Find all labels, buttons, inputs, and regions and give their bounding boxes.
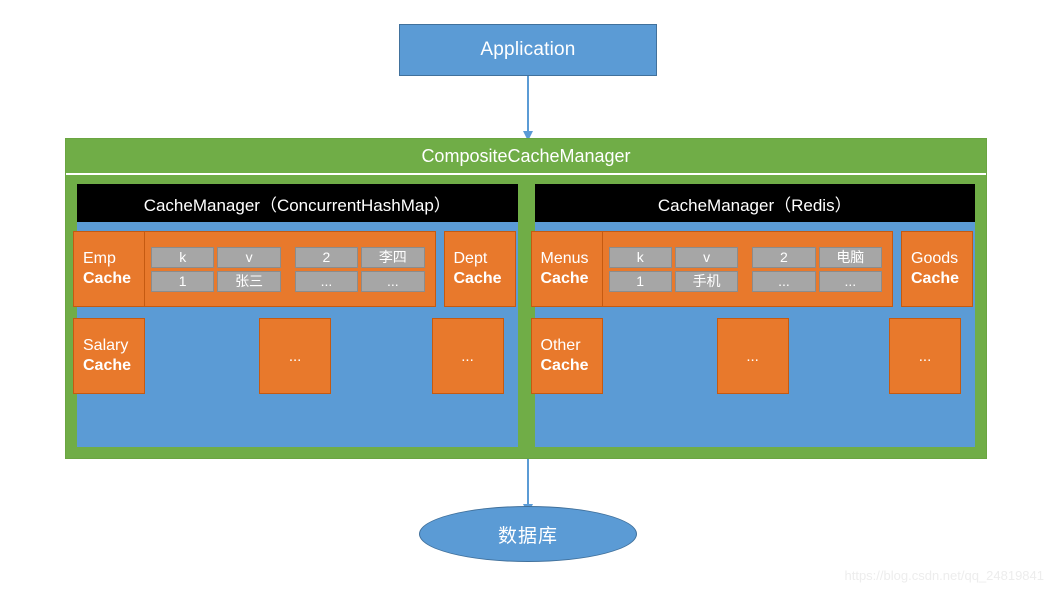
cache-box-label-line1: Other bbox=[540, 337, 581, 355]
cache-managers-row: CacheManager（ConcurrentHashMap） Emp Cach… bbox=[66, 175, 986, 458]
table-cell: ... bbox=[361, 270, 425, 292]
database-label: 数据库 bbox=[497, 525, 558, 547]
table-row: ... ... bbox=[294, 270, 425, 292]
composite-cache-manager-container: CompositeCacheManager CacheManager（Concu… bbox=[65, 138, 987, 459]
table-row: k v bbox=[151, 246, 281, 268]
cache-manager-body: Emp Cache k v 1 张三 2 李四 ... ... Dept Cac… bbox=[73, 222, 518, 447]
cache-box-placeholder: ... bbox=[716, 318, 789, 394]
table-cell: ... bbox=[752, 270, 816, 292]
cache-box-placeholder: ... bbox=[889, 318, 961, 394]
cache-box-label-line1: Goods bbox=[911, 250, 959, 268]
table-cell: 1 bbox=[151, 270, 215, 292]
table-cell: v bbox=[674, 246, 739, 268]
table-row: 1 张三 bbox=[151, 270, 281, 292]
key-value-table-2: 2 李四 ... ... bbox=[294, 246, 425, 292]
key-value-strip: k v 1 张三 2 李四 ... ... bbox=[145, 231, 436, 307]
cache-box-label-line1: Emp bbox=[83, 250, 116, 268]
table-cell: 1 bbox=[608, 270, 672, 292]
cache-box-label-line2: Cache bbox=[453, 270, 502, 287]
cache-manager-header: CacheManager（Redis） bbox=[534, 184, 975, 222]
cache-box-label-line2: Cache bbox=[83, 270, 132, 287]
table-row: 2 李四 bbox=[294, 246, 425, 268]
key-value-table-1: k v 1 张三 bbox=[151, 246, 281, 292]
table-cell: v bbox=[217, 246, 281, 268]
arrow-composite-to-database bbox=[527, 459, 529, 505]
cache-box-salary: Salary Cache bbox=[73, 318, 145, 394]
cache-manager-header: CacheManager（ConcurrentHashMap） bbox=[77, 184, 518, 222]
table-row: k v bbox=[608, 246, 739, 268]
table-cell: 电脑 bbox=[818, 246, 882, 268]
cache-box-placeholder: ... bbox=[431, 318, 504, 394]
cache-box-placeholder: ... bbox=[259, 318, 332, 394]
cache-box-label-line1: Menus bbox=[540, 250, 589, 268]
cache-box-label-line1: Salary bbox=[83, 337, 129, 355]
cache-row-bottom: Salary Cache ... ... bbox=[73, 318, 518, 394]
application-box: Application bbox=[399, 24, 657, 76]
cache-box-emp: Emp Cache bbox=[73, 231, 145, 307]
cache-box-menus: Menus Cache bbox=[530, 231, 603, 307]
application-label: Application bbox=[480, 39, 576, 60]
table-cell: 手机 bbox=[674, 270, 739, 292]
cache-row-top: Menus Cache k v 1 手机 2 电脑 ... ... Goods … bbox=[530, 231, 976, 307]
arrow-application-to-composite bbox=[527, 76, 529, 132]
composite-cache-manager-title: CompositeCacheManager bbox=[66, 139, 986, 175]
cache-box-other: Other Cache bbox=[530, 318, 603, 394]
cache-box-dept: Dept Cache bbox=[443, 231, 516, 307]
watermark: https://blog.csdn.net/qq_24819841 bbox=[844, 568, 1045, 583]
key-value-strip: k v 1 手机 2 电脑 ... ... bbox=[602, 231, 893, 307]
key-value-table-1: k v 1 手机 bbox=[608, 246, 739, 292]
database-ellipse: 数据库 bbox=[419, 506, 637, 562]
cache-box-label-line2: Cache bbox=[911, 270, 960, 287]
cache-box-label-line1: Dept bbox=[453, 250, 488, 268]
cache-row-bottom: Other Cache ... ... bbox=[530, 318, 976, 394]
table-cell: k bbox=[608, 246, 672, 268]
table-cell: 张三 bbox=[217, 270, 281, 292]
table-cell: ... bbox=[294, 270, 359, 292]
table-cell: ... bbox=[818, 270, 882, 292]
cache-box-label-line2: Cache bbox=[83, 357, 132, 374]
key-value-table-2: 2 电脑 ... ... bbox=[752, 246, 882, 292]
cache-manager-body: Menus Cache k v 1 手机 2 电脑 ... ... Goods … bbox=[530, 222, 976, 447]
table-row: ... ... bbox=[752, 270, 882, 292]
cache-manager-redis: CacheManager（Redis） Menus Cache k v 1 手机… bbox=[530, 184, 976, 447]
cache-box-label-line2: Cache bbox=[540, 357, 589, 374]
table-row: 1 手机 bbox=[608, 270, 739, 292]
table-cell: 李四 bbox=[361, 246, 425, 268]
cache-box-label-line2: Cache bbox=[540, 270, 589, 287]
table-cell: 2 bbox=[294, 246, 359, 268]
cache-manager-concurrenthashmap: CacheManager（ConcurrentHashMap） Emp Cach… bbox=[73, 184, 518, 447]
table-cell: 2 bbox=[752, 246, 816, 268]
cache-row-top: Emp Cache k v 1 张三 2 李四 ... ... Dept Cac… bbox=[73, 231, 518, 307]
table-cell: k bbox=[151, 246, 215, 268]
table-row: 2 电脑 bbox=[752, 246, 882, 268]
cache-box-goods: Goods Cache bbox=[901, 231, 973, 307]
